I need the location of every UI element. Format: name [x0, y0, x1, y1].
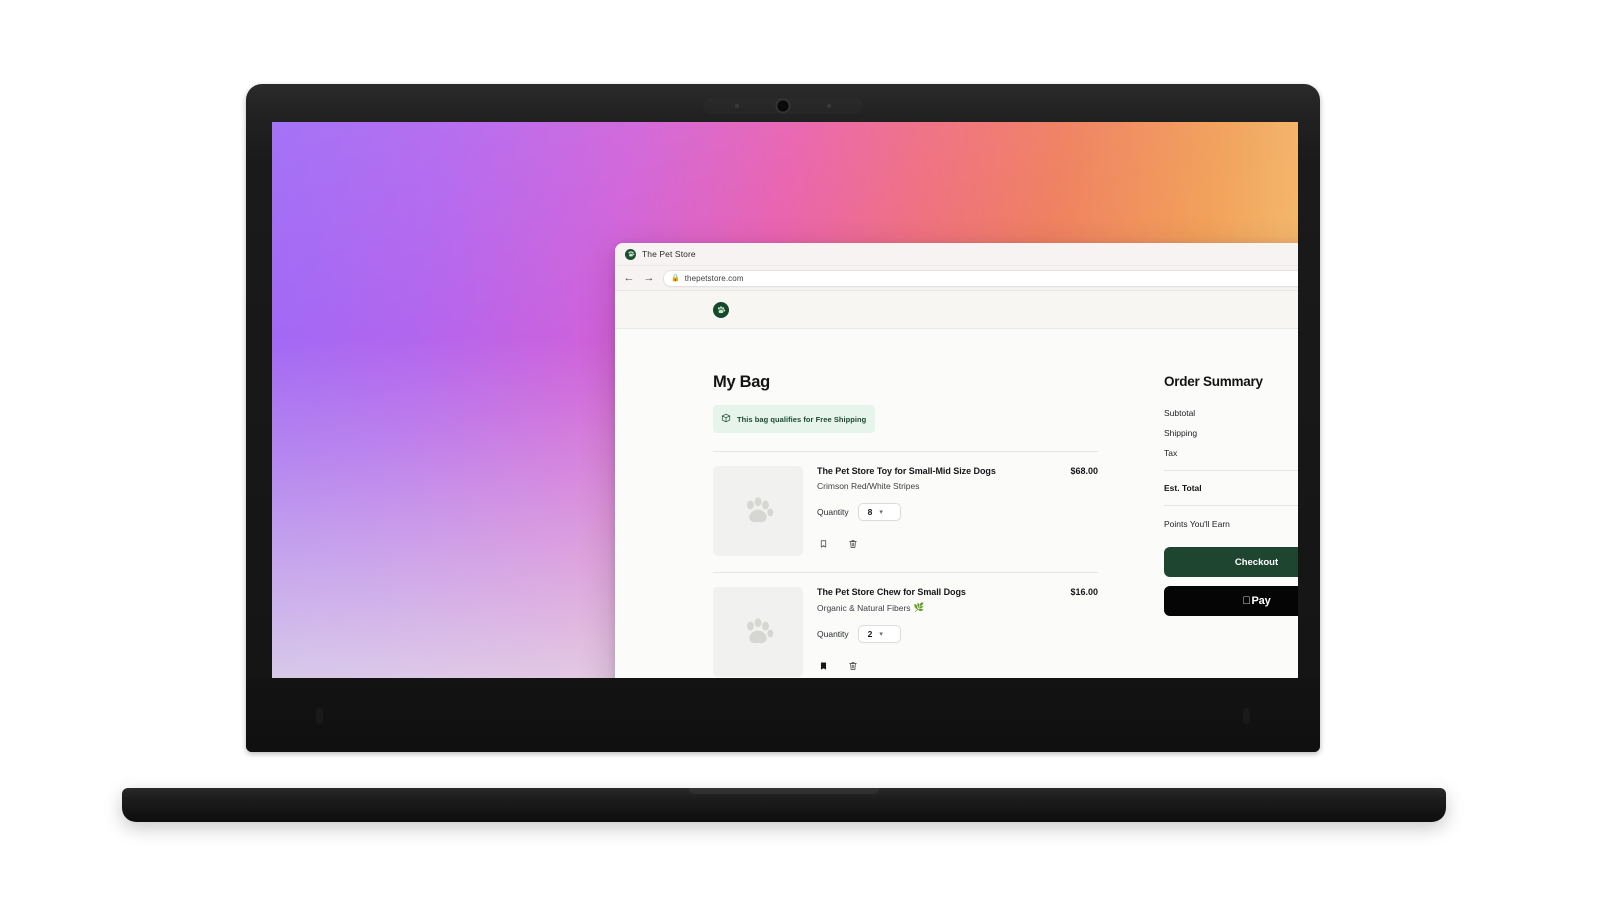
apple-logo-icon: : [1242, 595, 1250, 607]
screenshot-stage: The Pet Store ← → 🔒 thepetstore.com ↻: [0, 0, 1600, 901]
tab-favicon-paw-icon: [625, 248, 636, 260]
laptop-base-notch: [689, 788, 879, 794]
laptop-base: [122, 788, 1446, 822]
summary-row-tax: Tax —: [1164, 443, 1298, 463]
quantity-row: Quantity 8 ▾: [817, 503, 1098, 521]
paw-print-placeholder-icon: [747, 618, 774, 644]
quantity-label: Quantity: [817, 629, 849, 639]
lock-icon: 🔒: [671, 275, 680, 282]
quantity-value: 2: [867, 629, 873, 639]
webcam-sensor-right: [827, 104, 831, 108]
webcam-strip: [703, 98, 863, 114]
chevron-down-icon: ▾: [879, 508, 883, 516]
webcam-sensor-left: [735, 104, 739, 108]
checkout-button[interactable]: Checkout: [1164, 547, 1298, 577]
summary-total-label: Est. Total: [1164, 483, 1202, 493]
summary-label: Shipping: [1164, 428, 1198, 438]
order-summary-title: Order Summary: [1164, 374, 1263, 389]
free-shipping-text: This bag qualifies for Free Shipping: [737, 414, 867, 424]
product-thumbnail[interactable]: [713, 466, 803, 556]
laptop-lower-bezel: [246, 678, 1320, 752]
summary-label: Subtotal: [1164, 408, 1196, 418]
laptop-screen: The Pet Store ← → 🔒 thepetstore.com ↻: [272, 122, 1298, 740]
browser-toolbar: ← → 🔒 thepetstore.com ↻ ⋯: [615, 266, 1298, 291]
summary-divider-2: [1164, 505, 1298, 506]
laptop-lid: The Pet Store ← → 🔒 thepetstore.com ↻: [246, 84, 1320, 752]
bookmark-outline-icon[interactable]: [817, 537, 829, 550]
product-price: $16.00: [1070, 587, 1098, 597]
apple-pay-button[interactable]:  Pay: [1164, 586, 1298, 616]
chevron-down-icon: ▾: [879, 630, 883, 638]
points-row: Points You'll Earn ★ 168: [1164, 513, 1298, 529]
laptop-top-bezel: [246, 84, 1320, 124]
product-variant: Crimson Red/White Stripes: [817, 481, 1098, 491]
summary-row-shipping: Shipping FREE: [1164, 423, 1298, 443]
quantity-stepper[interactable]: 8 ▾: [857, 503, 901, 521]
product-title-row: The Pet Store Toy for Small-Mid Size Dog…: [817, 466, 1098, 476]
summary-row-subtotal: Subtotal $84.00: [1164, 403, 1298, 423]
webcam-icon: [777, 100, 789, 112]
product-variant: Organic & Natural Fibers 🌿: [817, 602, 1098, 613]
table-row: The Pet Store Chew for Small Dogs $16.00…: [713, 573, 1098, 693]
browser-titlebar: The Pet Store: [615, 243, 1298, 266]
url-text: thepetstore.com: [684, 273, 744, 283]
trash-icon[interactable]: [847, 659, 859, 672]
paw-print-placeholder-icon: [747, 497, 774, 523]
trash-icon[interactable]: [847, 537, 859, 550]
free-shipping-banner: This bag qualifies for Free Shipping: [713, 405, 876, 433]
address-bar[interactable]: 🔒 thepetstore.com ↻: [663, 269, 1298, 287]
apple-pay-label: Pay: [1247, 595, 1271, 607]
page-title: My Bag: [713, 373, 770, 391]
summary-divider-1: [1164, 470, 1298, 471]
product-name[interactable]: The Pet Store Toy for Small-Mid Size Dog…: [817, 466, 996, 476]
product-actions: [817, 659, 1098, 672]
quantity-stepper[interactable]: 2 ▾: [857, 625, 901, 643]
package-icon: [721, 410, 731, 428]
quantity-row: Quantity 2 ▾: [817, 625, 1098, 643]
summary-row-total: Est. Total $84.00: [1164, 478, 1298, 498]
product-actions: [817, 537, 1098, 550]
speaker-grill-right: [1243, 708, 1250, 724]
product-name[interactable]: The Pet Store Chew for Small Dogs: [817, 587, 966, 597]
product-price: $68.00: [1070, 466, 1098, 476]
product-variant-emoji: 🌿: [913, 602, 925, 612]
product-variant-text: Crimson Red/White Stripes: [817, 481, 920, 491]
browser-window: The Pet Store ← → 🔒 thepetstore.com ↻: [615, 243, 1298, 740]
points-label: Points You'll Earn: [1164, 519, 1230, 529]
bookmark-filled-icon[interactable]: [817, 659, 829, 672]
product-title-row: The Pet Store Chew for Small Dogs $16.00: [817, 587, 1098, 597]
speaker-grill-left: [316, 708, 323, 724]
quantity-value: 8: [867, 507, 873, 517]
quantity-label: Quantity: [817, 507, 849, 517]
product-details: The Pet Store Toy for Small-Mid Size Dog…: [817, 466, 1098, 556]
product-thumbnail[interactable]: [713, 587, 803, 677]
forward-arrow-icon[interactable]: →: [643, 272, 655, 284]
table-row: The Pet Store Toy for Small-Mid Size Dog…: [713, 452, 1098, 572]
product-variant-text: Organic & Natural Fibers: [817, 602, 911, 613]
paw-logo[interactable]: [713, 301, 729, 318]
summary-label: Tax: [1164, 448, 1178, 458]
back-arrow-icon[interactable]: ←: [623, 272, 635, 284]
site-header: Hi, Liz: [615, 291, 1298, 329]
site-content: Hi, Liz My Bag: [615, 291, 1298, 740]
product-details: The Pet Store Chew for Small Dogs $16.00…: [817, 587, 1098, 677]
tab-title[interactable]: The Pet Store: [642, 249, 696, 259]
